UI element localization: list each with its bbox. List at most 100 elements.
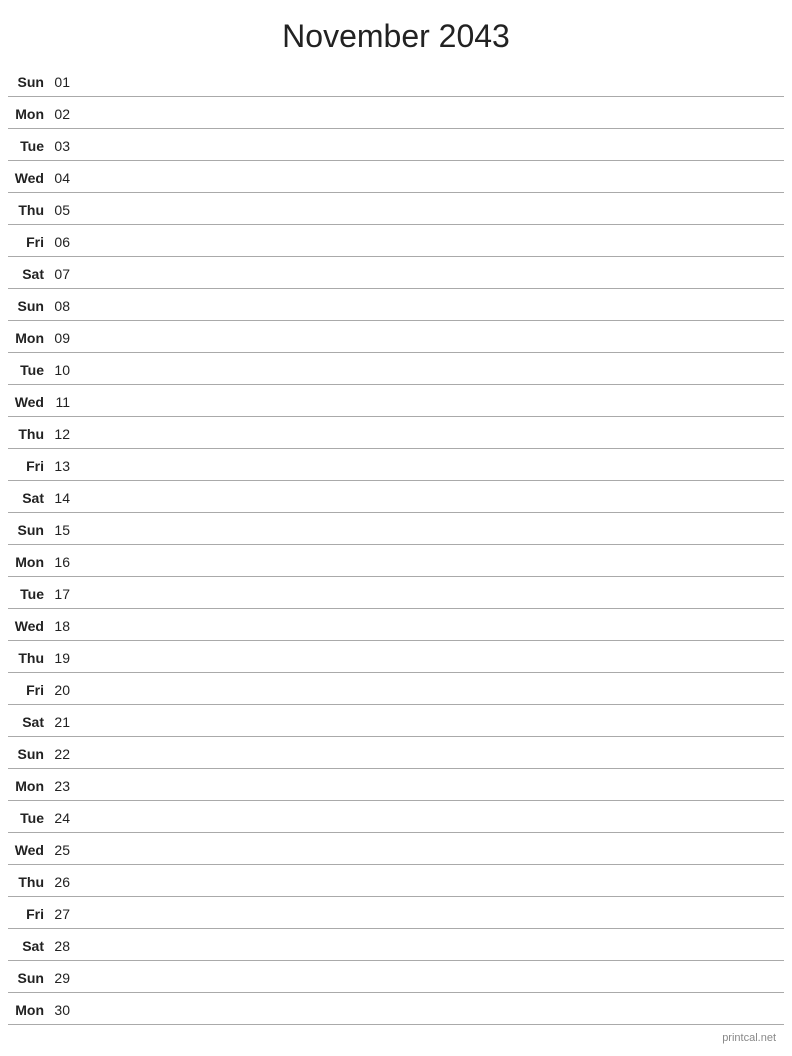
day-number: 09 xyxy=(50,330,78,346)
day-name: Fri xyxy=(8,234,50,250)
day-line xyxy=(78,561,784,562)
day-name: Tue xyxy=(8,586,50,602)
day-line xyxy=(78,753,784,754)
day-name: Thu xyxy=(8,650,50,666)
day-row: Sat28 xyxy=(8,929,784,961)
day-number: 01 xyxy=(50,74,78,90)
day-name: Thu xyxy=(8,202,50,218)
day-line xyxy=(78,177,784,178)
day-number: 04 xyxy=(50,170,78,186)
day-name: Sat xyxy=(8,266,50,282)
day-line xyxy=(78,529,784,530)
day-name: Mon xyxy=(8,330,50,346)
day-line xyxy=(78,497,784,498)
day-name: Tue xyxy=(8,810,50,826)
day-number: 20 xyxy=(50,682,78,698)
day-name: Sat xyxy=(8,714,50,730)
day-name: Sat xyxy=(8,938,50,954)
day-row: Tue17 xyxy=(8,577,784,609)
day-row: Tue03 xyxy=(8,129,784,161)
day-line xyxy=(78,977,784,978)
day-line xyxy=(78,785,784,786)
day-row: Thu19 xyxy=(8,641,784,673)
day-number: 02 xyxy=(50,106,78,122)
day-row: Fri20 xyxy=(8,673,784,705)
day-number: 16 xyxy=(50,554,78,570)
day-row: Fri06 xyxy=(8,225,784,257)
day-name: Sun xyxy=(8,74,50,90)
day-number: 23 xyxy=(50,778,78,794)
day-line xyxy=(78,369,784,370)
day-name: Mon xyxy=(8,778,50,794)
day-line xyxy=(78,337,784,338)
day-number: 22 xyxy=(50,746,78,762)
day-row: Wed04 xyxy=(8,161,784,193)
day-line xyxy=(78,209,784,210)
day-name: Thu xyxy=(8,426,50,442)
day-line xyxy=(78,657,784,658)
day-name: Tue xyxy=(8,138,50,154)
day-name: Wed xyxy=(8,394,50,410)
day-line xyxy=(78,273,784,274)
day-number: 03 xyxy=(50,138,78,154)
day-row: Mon30 xyxy=(8,993,784,1025)
day-number: 21 xyxy=(50,714,78,730)
day-row: Thu05 xyxy=(8,193,784,225)
day-row: Wed11 xyxy=(8,385,784,417)
day-name: Fri xyxy=(8,458,50,474)
day-number: 10 xyxy=(50,362,78,378)
day-name: Sun xyxy=(8,522,50,538)
day-row: Sun01 xyxy=(8,65,784,97)
day-name: Wed xyxy=(8,170,50,186)
day-name: Sat xyxy=(8,490,50,506)
day-row: Sat21 xyxy=(8,705,784,737)
day-name: Tue xyxy=(8,362,50,378)
day-name: Mon xyxy=(8,1002,50,1018)
day-number: 24 xyxy=(50,810,78,826)
day-number: 13 xyxy=(50,458,78,474)
day-name: Mon xyxy=(8,554,50,570)
day-name: Wed xyxy=(8,618,50,634)
calendar-grid: Sun01Mon02Tue03Wed04Thu05Fri06Sat07Sun08… xyxy=(0,65,792,1025)
day-line xyxy=(78,1009,784,1010)
day-line xyxy=(78,945,784,946)
day-row: Wed25 xyxy=(8,833,784,865)
day-name: Sun xyxy=(8,298,50,314)
day-number: 19 xyxy=(50,650,78,666)
day-number: 08 xyxy=(50,298,78,314)
day-line xyxy=(78,625,784,626)
day-row: Mon16 xyxy=(8,545,784,577)
day-line xyxy=(78,593,784,594)
day-number: 26 xyxy=(50,874,78,890)
day-row: Tue24 xyxy=(8,801,784,833)
day-number: 12 xyxy=(50,426,78,442)
day-number: 15 xyxy=(50,522,78,538)
day-name: Wed xyxy=(8,842,50,858)
day-line xyxy=(78,113,784,114)
day-line xyxy=(78,81,784,82)
day-line xyxy=(78,145,784,146)
day-row: Mon02 xyxy=(8,97,784,129)
day-number: 06 xyxy=(50,234,78,250)
day-number: 18 xyxy=(50,618,78,634)
day-row: Sun29 xyxy=(8,961,784,993)
day-name: Fri xyxy=(8,906,50,922)
day-line xyxy=(78,881,784,882)
day-row: Thu26 xyxy=(8,865,784,897)
day-line xyxy=(78,433,784,434)
day-row: Mon09 xyxy=(8,321,784,353)
day-line xyxy=(78,721,784,722)
day-number: 14 xyxy=(50,490,78,506)
day-name: Fri xyxy=(8,682,50,698)
day-line xyxy=(78,689,784,690)
day-row: Sat14 xyxy=(8,481,784,513)
day-name: Mon xyxy=(8,106,50,122)
day-row: Wed18 xyxy=(8,609,784,641)
day-row: Sun15 xyxy=(8,513,784,545)
day-line xyxy=(78,849,784,850)
day-name: Sun xyxy=(8,746,50,762)
day-name: Thu xyxy=(8,874,50,890)
page-title: November 2043 xyxy=(0,0,792,65)
day-row: Mon23 xyxy=(8,769,784,801)
day-line xyxy=(78,305,784,306)
